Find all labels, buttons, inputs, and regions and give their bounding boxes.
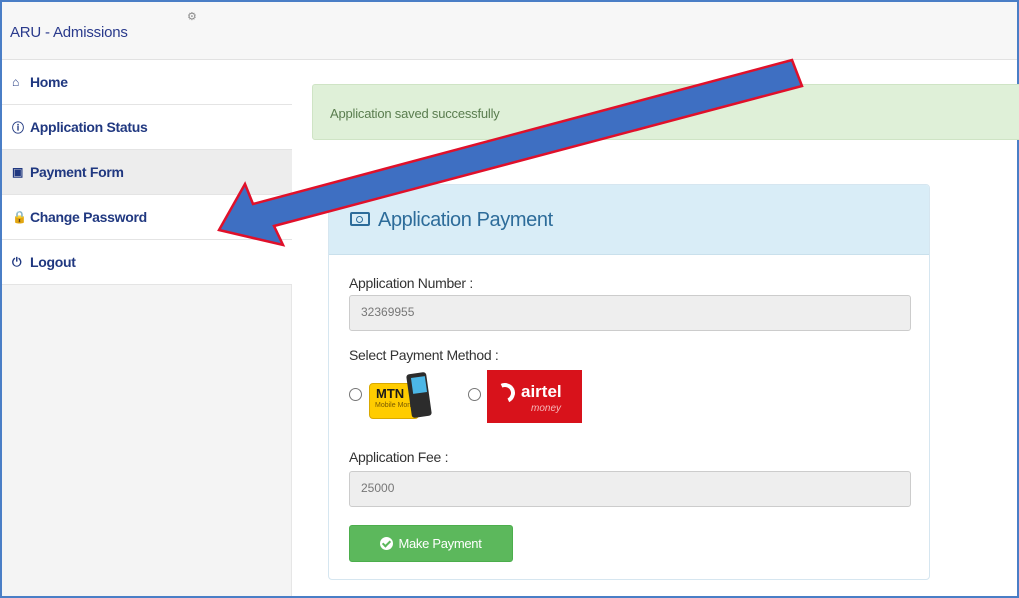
settings-icon[interactable]: ⚙ (187, 10, 197, 23)
brand-link[interactable]: ARU - Admissions (10, 24, 128, 41)
airtel-money-logo[interactable]: airtel money (487, 370, 582, 423)
sidebar-item-label: Home (30, 74, 68, 90)
mtn-mobile-money-logo[interactable]: MTN Mobile Money (369, 371, 432, 421)
sidebar-item-home[interactable]: ⌂ Home (2, 60, 292, 105)
panel-header: Application Payment (329, 185, 929, 255)
label-text: Application Number (349, 275, 466, 291)
label-text: Select Payment Method (349, 347, 492, 363)
main-content: Application saved successfully Applicati… (293, 60, 1019, 596)
power-icon: ⏻ (12, 254, 22, 269)
payment-panel: Application Payment Application Number :… (328, 184, 930, 580)
alert-message: Application saved successfully (330, 106, 500, 121)
success-alert: Application saved successfully (312, 84, 1019, 140)
application-number-field[interactable]: 32369955 (349, 295, 911, 331)
airtel-swirl-icon (492, 380, 518, 406)
sidebar-item-label: Payment Form (30, 164, 124, 180)
mtn-logo-text: MTN (376, 386, 405, 401)
airtel-logo-text: airtel (521, 382, 562, 401)
lock-icon: 🔒 (12, 210, 27, 224)
sidebar: ⌂ Home ⓘ Application Status ▣ Payment Fo… (2, 60, 292, 596)
phone-screen (410, 376, 428, 394)
money-icon: ▣ (12, 165, 24, 179)
field-value: 32369955 (361, 305, 415, 319)
panel-title-text: Application Payment (378, 209, 553, 231)
make-payment-button[interactable]: Make Payment (349, 525, 513, 562)
airtel-radio[interactable] (468, 388, 481, 401)
payment-method-label: Select Payment Method : (349, 347, 499, 363)
button-label: Make Payment (398, 536, 482, 551)
sidebar-item-payment-form[interactable]: ▣ Payment Form (2, 150, 292, 195)
panel-title: Application Payment (350, 209, 553, 232)
sidebar-item-logout[interactable]: ⏻ Logout (2, 240, 292, 285)
check-circle-icon (380, 537, 394, 550)
mtn-radio[interactable] (349, 388, 362, 401)
sidebar-item-application-status[interactable]: ⓘ Application Status (2, 105, 292, 150)
application-fee-field[interactable]: 25000 (349, 471, 911, 507)
home-icon: ⌂ (12, 75, 19, 89)
top-navbar: ARU - Admissions ⚙ (2, 2, 1017, 60)
sidebar-item-label: Application Status (30, 119, 148, 135)
application-fee-label: Application Fee : (349, 449, 449, 465)
money-icon (350, 212, 370, 226)
field-value: 25000 (361, 481, 395, 495)
info-circle-icon: ⓘ (12, 120, 24, 135)
sidebar-item-label: Logout (30, 254, 76, 270)
airtel-logo-subtext: money (531, 403, 562, 414)
application-number-label: Application Number : (349, 275, 473, 291)
sidebar-item-label: Change Password (30, 209, 147, 225)
label-text: Application Fee (349, 449, 442, 465)
sidebar-item-change-password[interactable]: 🔒 Change Password (2, 195, 292, 240)
